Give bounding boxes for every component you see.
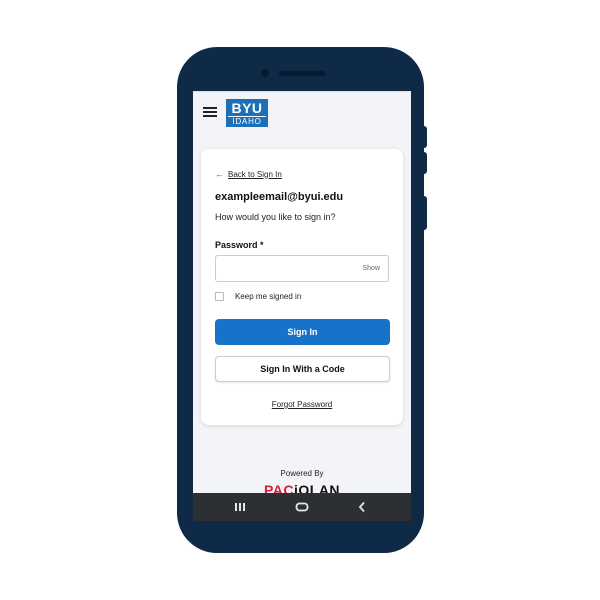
paciolan-logo: PACiOLAN [193,482,411,493]
forgot-password-link[interactable]: Forgot Password [201,400,403,409]
recent-apps-icon[interactable] [220,493,260,521]
earpiece-speaker [279,71,325,76]
back-to-signin-label: Back to Sign In [228,169,282,179]
powered-by-label: Powered By [280,469,324,478]
top-bar: BYU IDAHO [193,91,411,130]
signin-with-code-button[interactable]: Sign In With a Code [215,356,390,382]
phone-screen: BYU IDAHO ← Back to Sign In exampleemail… [193,91,411,493]
signin-card: ← Back to Sign In exampleemail@byui.edu … [201,149,403,425]
show-password-toggle[interactable]: Show [362,265,380,272]
byu-idaho-logo[interactable]: BYU IDAHO [226,99,268,127]
paciolan-logo-dark: iOLAN [293,482,341,493]
signin-button[interactable]: Sign In [215,319,390,345]
power-button [422,196,427,230]
keep-signed-in-label: Keep me signed in [235,292,302,301]
arrow-left-icon: ← [215,169,224,179]
front-camera [261,69,269,77]
home-icon[interactable] [282,493,322,521]
volume-down-button [422,152,427,174]
logo-top-text: BYU [231,100,263,116]
hamburger-menu-icon[interactable] [203,107,217,117]
password-field-wrapper: Show [215,255,389,282]
password-label: Password * [215,240,264,250]
back-to-signin-link[interactable]: ← Back to Sign In [215,169,282,179]
keep-signed-in-row: Keep me signed in [215,292,301,301]
keep-signed-in-checkbox[interactable] [215,292,224,301]
signin-question: How would you like to sign in? [215,212,336,222]
account-email: exampleemail@byui.edu [215,191,344,203]
logo-bottom-text: IDAHO [232,117,262,126]
volume-up-button [422,126,427,148]
android-nav-bar [193,493,411,521]
paciolan-logo-red: PAC [263,482,294,493]
back-chevron-icon[interactable] [342,493,382,521]
password-input[interactable] [222,261,356,279]
